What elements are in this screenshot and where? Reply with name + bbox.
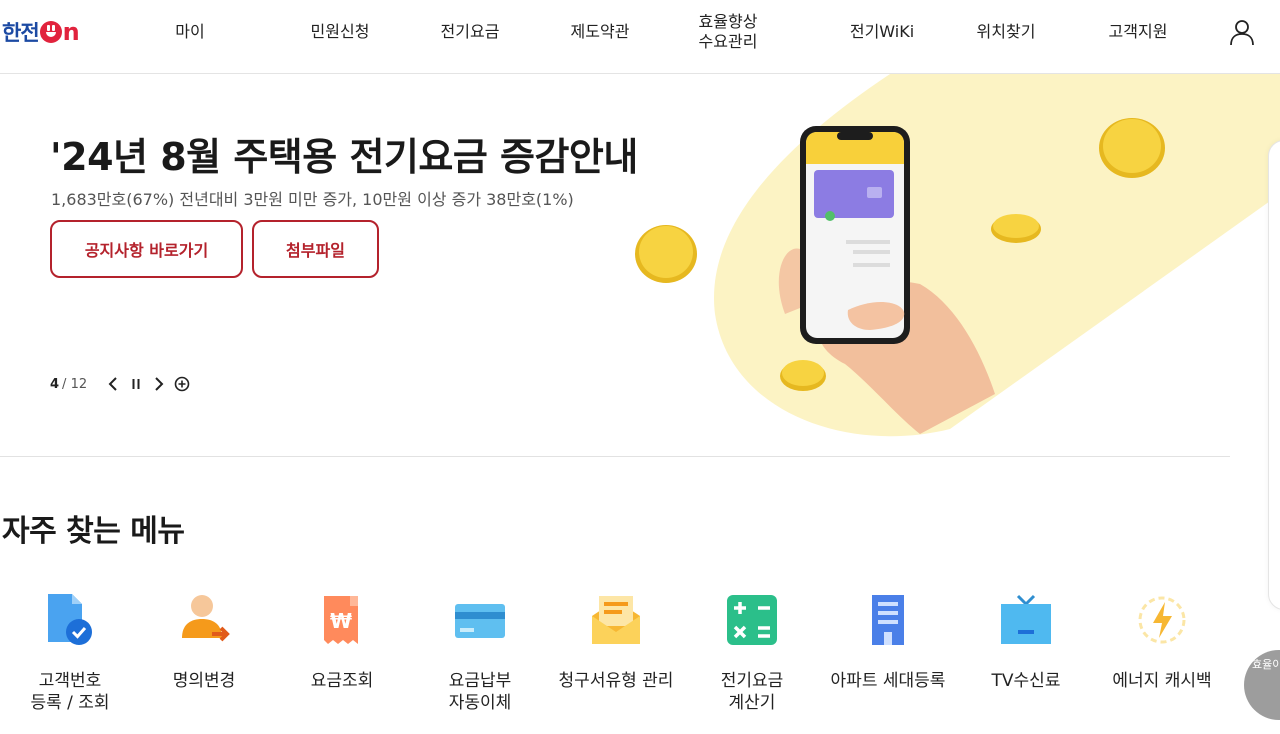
coin-icon — [635, 225, 697, 283]
menu-apartment-register[interactable]: 아파트 세대등록 — [820, 590, 956, 692]
nav-customer-support[interactable]: 고객지원 — [1088, 0, 1188, 64]
svg-text:₩: ₩ — [330, 609, 352, 633]
energy-lightning-icon — [1132, 590, 1192, 650]
side-panel-edge — [1268, 140, 1280, 610]
nav-location[interactable]: 위치찾기 — [956, 0, 1056, 64]
menu-auto-payment[interactable]: 요금납부 자동이체 — [412, 590, 548, 714]
hero-subtitle: 1,683만호(67%) 전년대비 3만원 미만 증가, 10만원 이상 증가 … — [51, 190, 574, 209]
view-all-plus-icon[interactable] — [172, 374, 192, 394]
chatbot-label: 효율이 — [1252, 658, 1280, 671]
menu-label: 명의변경 — [172, 671, 236, 691]
nav-electricity-rates[interactable]: 전기요금 — [420, 0, 520, 64]
nav-efficiency-demand[interactable]: 효율향상 수요관리 — [678, 0, 778, 64]
hero-title: '24년 8월 주택용 전기요금 증감안내 — [50, 135, 638, 179]
menu-customer-number[interactable]: 고객번호 등록 / 조회 — [2, 590, 138, 714]
nav-civil-application[interactable]: 민원신청 — [290, 0, 390, 64]
logo-text: 한전 — [2, 21, 40, 45]
logo-plug-icon — [39, 21, 62, 43]
menu-label: 요금납부 자동이체 — [448, 671, 512, 713]
coin-icon — [991, 214, 1041, 243]
menu-label: 에너지 캐시백 — [1112, 671, 1212, 691]
menu-owner-change[interactable]: 명의변경 — [136, 590, 272, 692]
menu-label: 전기요금 계산기 — [720, 671, 784, 713]
prev-slide-icon[interactable] — [103, 374, 123, 394]
menu-tv-fee[interactable]: TV수신료 — [958, 590, 1094, 692]
apartment-building-icon — [858, 590, 918, 650]
logo-on-letter: n — [62, 18, 80, 46]
nav-my[interactable]: 마이 — [150, 0, 230, 64]
slide-separator: / — [62, 376, 71, 392]
top-header: 한전 n 마이 민원신청 전기요금 제도약관 효율향상 수요관리 전기WiKi … — [0, 0, 1280, 74]
kepco-on-logo[interactable]: 한전 n — [2, 18, 80, 46]
envelope-letter-icon — [586, 590, 646, 650]
coin-icon — [1099, 118, 1165, 178]
pause-icon[interactable] — [126, 374, 146, 394]
section-divider — [0, 456, 1230, 457]
slide-current: 4 — [50, 376, 60, 392]
menu-label: 고객번호 등록 / 조회 — [30, 671, 110, 713]
menu-bill-inquiry[interactable]: ₩ 요금조회 — [274, 590, 410, 692]
menu-rate-calculator[interactable]: 전기요금 계산기 — [684, 590, 820, 714]
calculator-icon — [722, 590, 782, 650]
menu-label: 요금조회 — [310, 671, 374, 691]
nav-electricity-wiki[interactable]: 전기WiKi — [830, 0, 934, 64]
chatbot-floating-button[interactable]: 효율이 — [1244, 650, 1280, 720]
menu-label: 청구서유형 관리 — [558, 671, 674, 691]
user-icon[interactable] — [1228, 18, 1256, 46]
slide-pager: 4 / 12 — [50, 374, 192, 394]
slide-total: 12 — [70, 376, 88, 392]
menu-label: TV수신료 — [991, 671, 1061, 691]
menu-bill-type[interactable]: 청구서유형 관리 — [548, 590, 684, 692]
attachment-button[interactable]: 첨부파일 — [252, 220, 379, 278]
menu-energy-cashback[interactable]: 에너지 캐시백 — [1094, 590, 1230, 692]
hero-phone-coins-illustration — [635, 74, 1280, 437]
logo-on-mark: n — [39, 18, 80, 46]
next-slide-icon[interactable] — [149, 374, 169, 394]
television-icon — [996, 590, 1056, 650]
notice-shortcut-button[interactable]: 공지사항 바로가기 — [50, 220, 243, 278]
frequent-menu-title: 자주 찾는 메뉴 — [2, 514, 185, 549]
bill-receipt-won-icon: ₩ — [312, 590, 372, 650]
customer-number-doc-icon — [40, 590, 100, 650]
credit-card-icon — [450, 590, 510, 650]
owner-change-person-icon — [174, 590, 234, 650]
nav-terms[interactable]: 제도약관 — [550, 0, 650, 64]
menu-label: 아파트 세대등록 — [830, 671, 946, 691]
